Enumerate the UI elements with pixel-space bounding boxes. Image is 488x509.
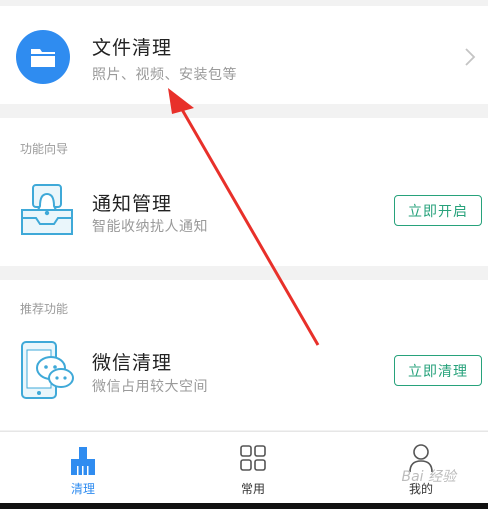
red-arrow-annotation [168,88,320,346]
